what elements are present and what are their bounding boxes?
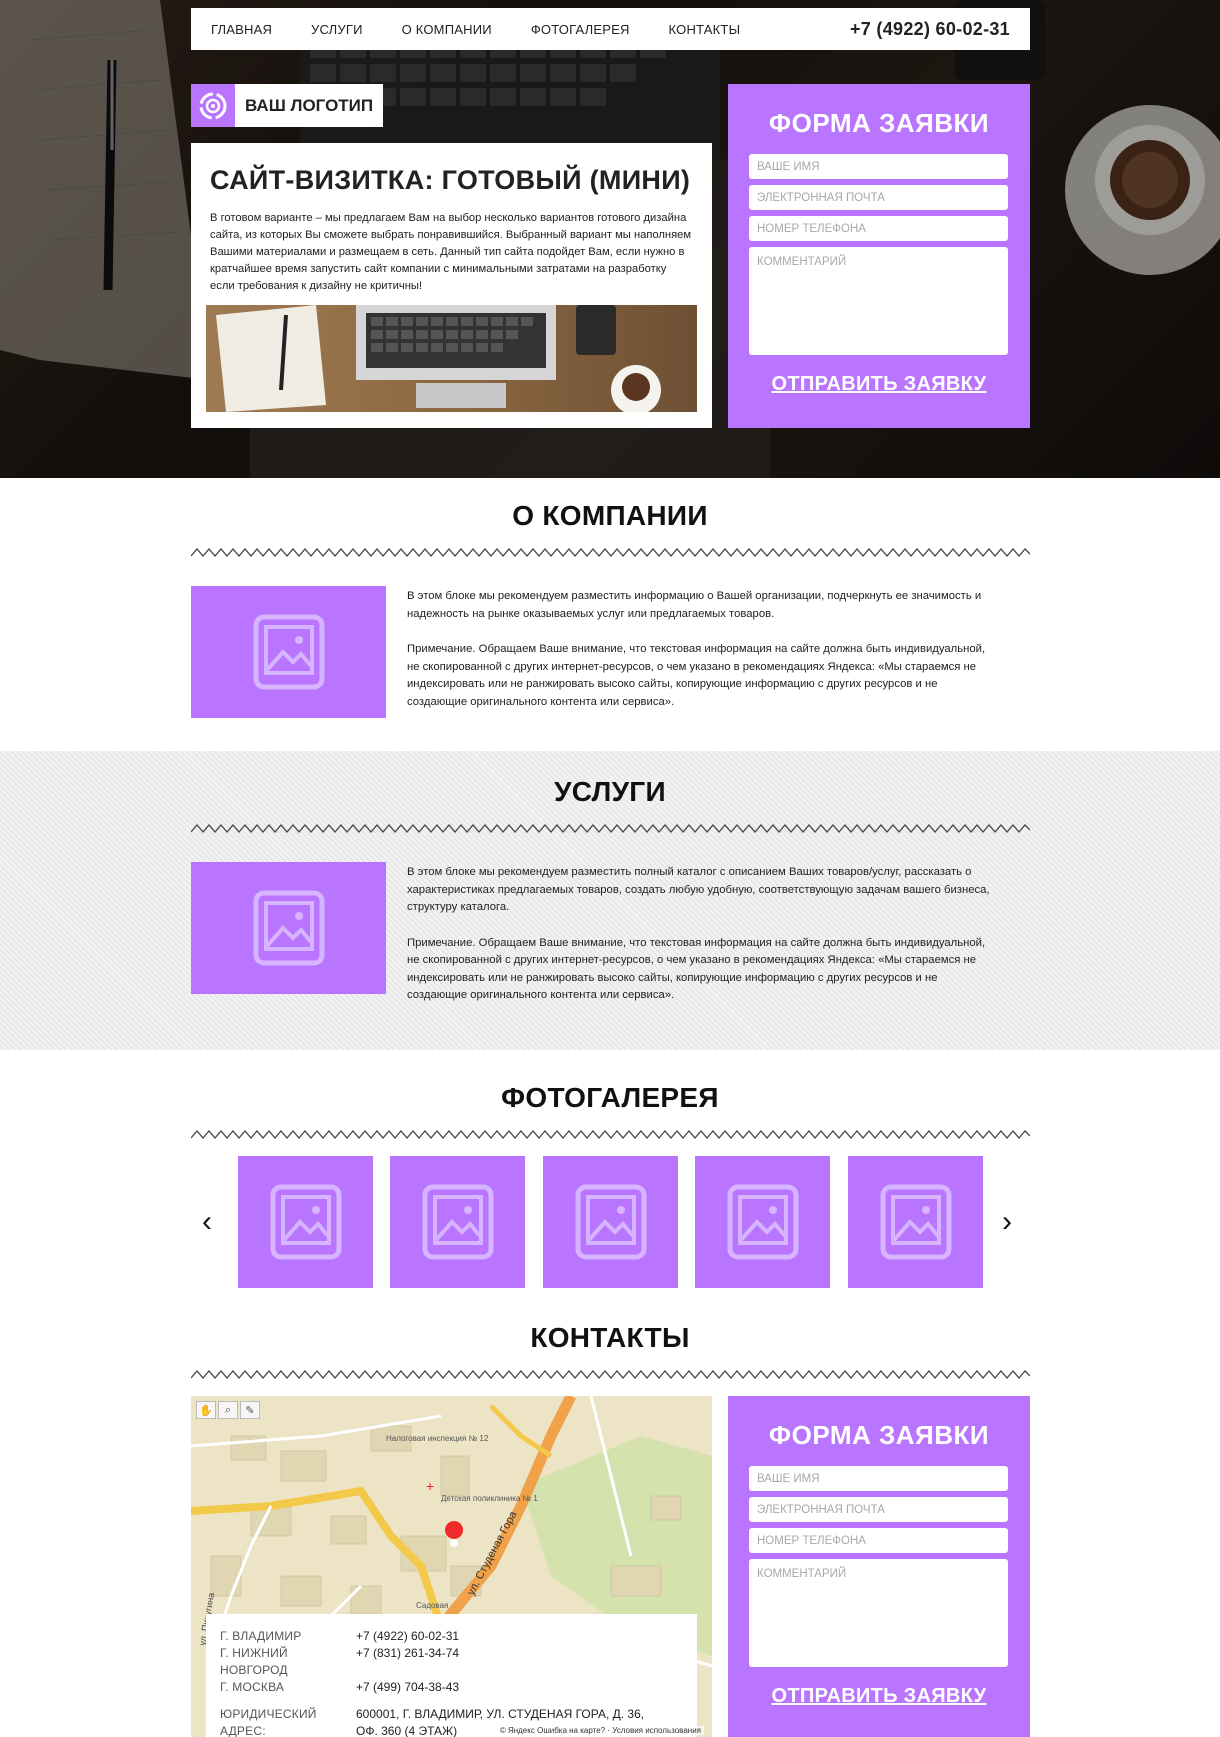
main-nav: ГЛАВНАЯ УСЛУГИ О КОМПАНИИ ФОТОГАЛЕРЕЯ КО… [211,22,779,37]
image-icon [880,1184,951,1260]
image-icon [422,1184,493,1260]
nav-item-about[interactable]: О КОМПАНИИ [402,22,492,37]
gallery-next-button[interactable]: › [1002,1205,1012,1239]
hand-tool-icon[interactable]: ✋ [196,1401,216,1419]
zigzag-divider [191,1370,1030,1379]
intro-text: В готовом варианте – мы предлагаем Вам н… [210,212,692,292]
nav-item-services[interactable]: УСЛУГИ [311,22,363,37]
submit-button[interactable]: ОТПРАВИТЬ ЗАЯВКУ [772,1685,987,1708]
map-poi-label: Налоговая инспекция № 12 [386,1434,489,1443]
office-row: Г. ВЛАДИМИР +7 (4922) 60-02-31 [220,1628,683,1645]
phone-input[interactable] [749,1528,1008,1553]
svg-text:+: + [426,1478,434,1494]
image-icon [575,1184,646,1260]
ruler-tool-icon[interactable]: ✎ [240,1401,260,1419]
map-error-link[interactable]: Ошибка на карте? [537,1726,605,1735]
image-icon [270,1184,341,1260]
office-city: Г. НИЖНИЙ НОВГОРОД [220,1646,288,1677]
about-text: В этом блоке мы рекомендуем разместить и… [407,588,997,711]
about-title: О КОМПАНИИ [512,500,708,531]
map-footer: © Яндекс Ошибка на карте? · Условия испо… [496,1726,704,1735]
intro-photo [206,305,697,412]
name-input[interactable] [749,154,1008,179]
request-form-top: ФОРМА ЗАЯВКИ ОТПРАВИТЬ ЗАЯВКУ [728,84,1030,428]
image-icon [727,1184,798,1260]
legal-address-label: ЮРИДИЧЕСКИЙ АДРЕС: [220,1707,317,1737]
gallery-item[interactable] [390,1156,525,1288]
services-paragraph-2: Примечание. Обращаем Ваше внимание, что … [407,936,986,1002]
services-title: УСЛУГИ [554,776,666,807]
nav-item-gallery[interactable]: ФОТОГАЛЕРЕЯ [531,22,630,37]
intro-photo-image [206,305,697,412]
image-icon [253,890,324,966]
about-paragraph-2: Примечание. Обращаем Ваше внимание, что … [407,643,986,708]
form-title: ФОРМА ЗАЯВКИ [768,108,990,138]
intro-card: САЙТ-ВИЗИТКА: ГОТОВЫЙ (МИНИ) В готовом в… [191,143,712,428]
logo-icon [191,84,235,127]
office-phone[interactable]: +7 (831) 261-34-74 [356,1645,459,1679]
hero-section: ГЛАВНАЯ УСЛУГИ О КОМПАНИИ ФОТОГАЛЕРЕЯ КО… [0,0,1220,478]
gallery-item[interactable] [238,1156,373,1288]
image-icon [253,614,324,690]
office-row: Г. НИЖНИЙ НОВГОРОД +7 (831) 261-34-74 [220,1645,683,1679]
map-terms-link[interactable]: Условия использования [612,1726,701,1735]
intro-title: САЙТ-ВИЗИТКА: ГОТОВЫЙ (МИНИ) [210,165,691,195]
nav-item-contacts[interactable]: КОНТАКТЫ [669,22,741,37]
map-poi-label: Садовая [416,1601,448,1610]
zigzag-divider [191,824,1030,833]
office-city: Г. МОСКВА [220,1680,285,1694]
logo-text: ВАШ ЛОГОТИП [245,95,374,115]
nav-item-home[interactable]: ГЛАВНАЯ [211,22,272,37]
zigzag-divider [191,1130,1030,1139]
contacts-title: КОНТАКТЫ [530,1322,690,1353]
gallery-prev-button[interactable]: ‹ [202,1205,212,1239]
gallery-item[interactable] [695,1156,830,1288]
gallery-item[interactable] [848,1156,983,1288]
form-title: ФОРМА ЗАЯВКИ [768,1420,990,1450]
email-input[interactable] [749,185,1008,210]
office-row: Г. МОСКВА +7 (499) 704-38-43 [220,1679,683,1696]
services-text: В этом блоке мы рекомендуем разместить п… [407,864,997,1005]
map-brand: © Яндекс [499,1726,535,1735]
phone-input[interactable] [749,216,1008,241]
about-paragraph-1: В этом блоке мы рекомендуем разместить и… [407,590,982,620]
map-toolbar: ✋ ⌕ ✎ [196,1401,260,1419]
name-input[interactable] [749,1466,1008,1491]
gallery-item[interactable] [543,1156,678,1288]
services-image-placeholder [191,862,386,994]
header-phone[interactable]: +7 (4922) 60-02-31 [850,19,1010,40]
zoom-tool-icon[interactable]: ⌕ [218,1401,238,1419]
office-city: Г. ВЛАДИМИР [220,1629,302,1643]
office-phone[interactable]: +7 (4922) 60-02-31 [356,1628,459,1645]
submit-button[interactable]: ОТПРАВИТЬ ЗАЯВКУ [772,373,987,396]
services-paragraph-1: В этом блоке мы рекомендуем разместить п… [407,866,990,913]
comment-input[interactable] [749,247,1008,355]
gallery-title: ФОТОГАЛЕРЕЯ [501,1082,719,1113]
top-navigation-bar: ГЛАВНАЯ УСЛУГИ О КОМПАНИИ ФОТОГАЛЕРЕЯ КО… [191,8,1030,50]
logo[interactable]: ВАШ ЛОГОТИП [191,84,384,127]
contacts-map[interactable]: ул. Студеная Гора ул. Пичугина Налоговая… [191,1396,712,1737]
contacts-address-card: Г. ВЛАДИМИР +7 (4922) 60-02-31 Г. НИЖНИЙ… [206,1614,697,1737]
comment-input[interactable] [749,1559,1008,1667]
office-phone[interactable]: +7 (499) 704-38-43 [356,1679,459,1696]
about-image-placeholder [191,586,386,718]
request-form-bottom: ФОРМА ЗАЯВКИ ОТПРАВИТЬ ЗАЯВКУ [728,1396,1030,1737]
map-poi-label: Детская поликлиника № 1 [441,1494,538,1503]
zigzag-divider [191,548,1030,557]
email-input[interactable] [749,1497,1008,1522]
